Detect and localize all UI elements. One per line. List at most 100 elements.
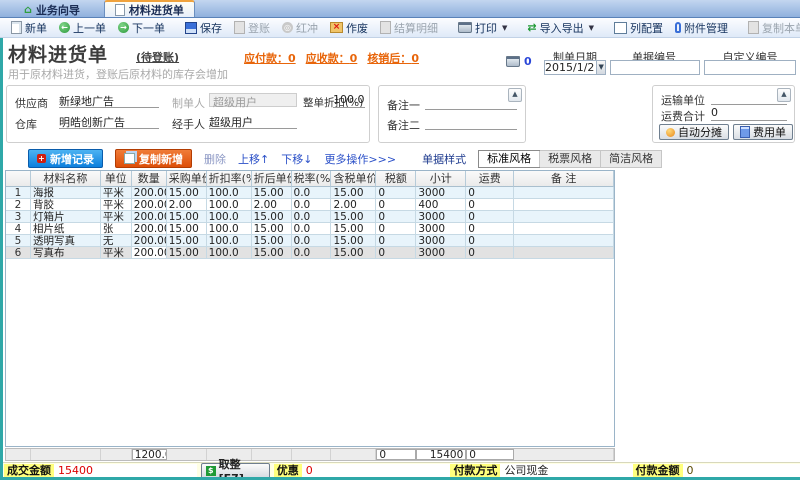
previous-order-button[interactable]: ←上一单: [54, 19, 111, 37]
grid-cell[interactable]: 0: [466, 187, 514, 199]
grid-cell[interactable]: 2.00: [167, 199, 207, 211]
grid-cell[interactable]: 平米: [101, 211, 132, 223]
transport-field[interactable]: [711, 90, 787, 105]
column-header[interactable]: 折扣率(%): [207, 171, 252, 187]
grid-cell[interactable]: 平米: [101, 199, 132, 211]
grid-cell[interactable]: 200.00: [132, 247, 167, 259]
table-row[interactable]: 1海报平米200.0015.00100.015.000.015.00030000: [6, 187, 614, 199]
grid-cell[interactable]: 灯箱片: [31, 211, 101, 223]
copy-order-button[interactable]: 复制本单: [743, 19, 800, 37]
grid-cell[interactable]: 0.0: [292, 247, 332, 259]
settle-detail-button[interactable]: 结算明细: [375, 19, 443, 37]
grid-cell[interactable]: 100.0: [207, 247, 252, 259]
column-header[interactable]: 运费: [466, 171, 514, 187]
grid-cell[interactable]: [514, 247, 614, 259]
grid-cell[interactable]: 0: [376, 235, 416, 247]
grid-cell[interactable]: 海报: [31, 187, 101, 199]
grid-cell[interactable]: 平米: [101, 247, 132, 259]
delete-link[interactable]: 删除: [204, 151, 226, 167]
grid-cell[interactable]: 2: [6, 199, 31, 211]
grid-cell[interactable]: 15.00: [252, 187, 292, 199]
note1-field[interactable]: [425, 95, 517, 110]
column-header[interactable]: 税率(%): [292, 171, 332, 187]
grid-cell[interactable]: 2.00: [252, 199, 292, 211]
print-button[interactable]: 打印▼: [453, 19, 512, 37]
note2-field[interactable]: [425, 115, 517, 130]
grid-cell[interactable]: 15.00: [331, 247, 376, 259]
move-down-link[interactable]: 下移↓: [281, 151, 312, 167]
save-button[interactable]: 保存: [180, 19, 227, 37]
red-reverse-button[interactable]: ◎红冲: [277, 19, 323, 37]
table-row[interactable]: 6写真布平米200.0015.00100.015.000.015.0003000…: [6, 247, 614, 259]
pay-amount-value[interactable]: 0: [683, 464, 800, 477]
grid-cell[interactable]: 0.0: [292, 235, 332, 247]
grid-cell[interactable]: 100.0: [207, 187, 252, 199]
grid-cell[interactable]: 15.00: [252, 235, 292, 247]
grid-cell[interactable]: 15.00: [167, 235, 207, 247]
grid-cell[interactable]: 3000: [416, 211, 466, 223]
grid-cell[interactable]: 2.00: [331, 199, 376, 211]
payable-link[interactable]: 应付款：0: [244, 50, 296, 66]
grid-cell[interactable]: 0: [466, 235, 514, 247]
grid-cell[interactable]: 15.00: [331, 223, 376, 235]
grid-cell[interactable]: 3000: [416, 235, 466, 247]
table-row[interactable]: 5透明写真无200.0015.00100.015.000.015.0003000…: [6, 235, 614, 247]
grid-cell[interactable]: 100.0: [207, 199, 252, 211]
grid-cell[interactable]: 3000: [416, 187, 466, 199]
grid-cell[interactable]: 0: [376, 247, 416, 259]
grid-cell[interactable]: 0: [376, 211, 416, 223]
grid-cell[interactable]: 200.00: [132, 199, 167, 211]
next-order-button[interactable]: →下一单: [113, 19, 170, 37]
warehouse-field[interactable]: 明皓创新广告: [59, 114, 159, 129]
grid-cell[interactable]: 400: [416, 199, 466, 211]
column-header[interactable]: 材料名称: [31, 171, 101, 187]
grid-cell[interactable]: 0: [376, 187, 416, 199]
grid-cell[interactable]: 100.0: [207, 223, 252, 235]
grid-cell[interactable]: [514, 199, 614, 211]
column-header[interactable]: 数量: [132, 171, 167, 187]
column-header[interactable]: 折后单价: [252, 171, 292, 187]
writeoff-link[interactable]: 核销后：0: [367, 50, 419, 66]
grid-cell[interactable]: 15.00: [331, 187, 376, 199]
row-selector-header[interactable]: [6, 171, 31, 187]
grid-cell[interactable]: 1: [6, 187, 31, 199]
grid-cell[interactable]: 背胶: [31, 199, 101, 211]
grid-cell[interactable]: 相片纸: [31, 223, 101, 235]
grid-cell[interactable]: 15.00: [252, 247, 292, 259]
grid-cell[interactable]: 200.00: [132, 211, 167, 223]
grid-cell[interactable]: 5: [6, 235, 31, 247]
grid-cell[interactable]: 3000: [416, 223, 466, 235]
grid-cell[interactable]: 透明写真: [31, 235, 101, 247]
style-tab-simple[interactable]: 简洁风格: [600, 151, 661, 167]
receivable-link[interactable]: 应收款：0: [306, 50, 358, 66]
grid-cell[interactable]: 200.00: [132, 187, 167, 199]
grid-cell[interactable]: 15.00: [331, 235, 376, 247]
date-picker[interactable]: 2015/1/2 ▼: [544, 60, 606, 75]
pay-method-value[interactable]: 公司现金: [500, 464, 632, 477]
handler-field[interactable]: 超级用户: [209, 114, 297, 129]
import-export-button[interactable]: ⇄导入导出▼: [522, 19, 599, 37]
freight-total-field[interactable]: 0: [711, 106, 787, 121]
grid-cell[interactable]: 0.0: [292, 211, 332, 223]
grid-cell[interactable]: 200.00: [132, 235, 167, 247]
column-header[interactable]: 备 注: [514, 171, 614, 187]
column-header[interactable]: 小计: [416, 171, 466, 187]
column-header[interactable]: 含税单价: [331, 171, 376, 187]
column-header[interactable]: 税额: [376, 171, 416, 187]
grid-cell[interactable]: 15.00: [167, 211, 207, 223]
column-header[interactable]: 采购单价: [167, 171, 207, 187]
grid-cell[interactable]: 15.00: [167, 187, 207, 199]
attachment-button[interactable]: 附件管理: [670, 19, 733, 37]
grid-cell[interactable]: 15.00: [331, 211, 376, 223]
grid-cell[interactable]: 3: [6, 211, 31, 223]
add-record-button[interactable]: +新增记录: [28, 149, 103, 168]
auto-allocate-button[interactable]: 自动分摊: [659, 124, 729, 140]
discount-field[interactable]: 100.0: [333, 93, 365, 108]
expense-order-button[interactable]: 费用单: [733, 124, 793, 140]
more-actions-link[interactable]: 更多操作>>>: [324, 151, 396, 167]
grid-cell[interactable]: 0: [376, 199, 416, 211]
calendar-dropdown-icon[interactable]: ▼: [596, 61, 605, 74]
post-account-button[interactable]: 登账: [229, 19, 275, 37]
grid-cell[interactable]: 0.0: [292, 223, 332, 235]
grid-cell[interactable]: [514, 187, 614, 199]
